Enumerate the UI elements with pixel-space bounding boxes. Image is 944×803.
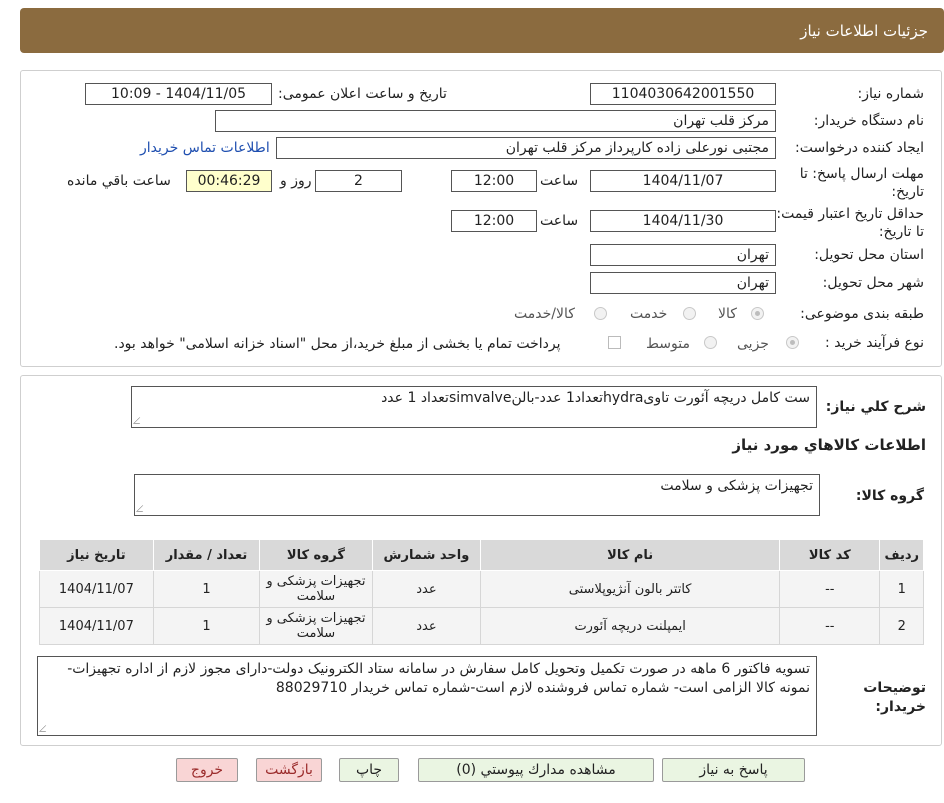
buyer-org-label: نام دستگاه خریدار: bbox=[813, 113, 924, 129]
exit-button[interactable]: خروج bbox=[176, 758, 238, 782]
category-radio-goods-service[interactable] bbox=[594, 307, 607, 320]
reply-button[interactable]: پاسخ به نیاز bbox=[662, 758, 805, 782]
need-number-label: شماره نیاز: bbox=[857, 86, 925, 102]
deadline-time-field: 12:00 bbox=[451, 170, 537, 192]
cell-row: 2 bbox=[879, 607, 924, 645]
city-label: شهر محل تحویل: bbox=[822, 275, 924, 291]
col-unit-header: واحد شمارش bbox=[371, 539, 482, 571]
resize-grip-icon[interactable] bbox=[39, 725, 52, 732]
remaining-time-field: 00:46:29 bbox=[186, 170, 272, 192]
cell-qty: 1 bbox=[152, 607, 261, 645]
remaining-time-label: ساعت باقي مانده bbox=[67, 173, 171, 189]
validity-time-label: ساعت bbox=[540, 213, 579, 229]
cell-group: تجهیزات پزشکی و سلامت bbox=[259, 607, 373, 645]
buyer-contact-link[interactable]: اطلاعات تماس خریدار bbox=[140, 140, 270, 156]
deadline-label: مهلت ارسال پاسخ: تا تاریخ: bbox=[799, 166, 924, 200]
table-header-row: ردیف کد کالا نام کالا واحد شمارش گروه کا… bbox=[39, 539, 924, 571]
process-option-minor: جزیی bbox=[737, 336, 769, 352]
category-option-goods-service: کالا/خدمت bbox=[514, 306, 575, 322]
col-name-header: نام کالا bbox=[480, 539, 781, 571]
col-qty-header: تعداد / مقدار bbox=[152, 539, 261, 571]
cell-unit: عدد bbox=[371, 607, 482, 645]
treasury-payment-checkbox[interactable] bbox=[608, 336, 621, 349]
resize-grip-icon[interactable] bbox=[133, 417, 146, 424]
process-option-medium: متوسط bbox=[646, 336, 690, 352]
cell-qty: 1 bbox=[152, 570, 261, 608]
goods-group-value: تجهیزات پزشکی و سلامت bbox=[660, 478, 813, 494]
validity-time-field: 12:00 bbox=[451, 210, 537, 232]
resize-grip-icon[interactable] bbox=[136, 505, 149, 512]
goods-info-title: اطلاعات کالاهاي مورد نياز bbox=[732, 436, 926, 454]
description-textarea[interactable]: ست کامل دریچه آئورت تاویhydraتعداد1 عدد-… bbox=[131, 386, 817, 428]
category-radio-service[interactable] bbox=[683, 307, 696, 320]
col-row-header: ردیف bbox=[879, 539, 924, 571]
buyer-notes-textarea[interactable]: تسویه فاکتور 6 ماهه در صورت تکمیل وتحویل… bbox=[37, 656, 817, 736]
goods-group-textarea[interactable]: تجهیزات پزشکی و سلامت bbox=[134, 474, 820, 516]
days-label: روز و bbox=[280, 173, 312, 189]
province-field: تهران bbox=[590, 244, 776, 266]
table-row: 2 -- ایمپلنت دریچه آئورت عدد تجهیزات پزش… bbox=[39, 607, 924, 645]
print-button[interactable]: چاپ bbox=[339, 758, 399, 782]
cell-row: 1 bbox=[879, 570, 924, 608]
cell-name: ایمپلنت دریچه آئورت bbox=[480, 607, 781, 645]
announce-datetime-field: 1404/11/05 - 10:09 bbox=[85, 83, 272, 105]
col-group-header: گروه کالا bbox=[259, 539, 373, 571]
col-code-header: کد کالا bbox=[779, 539, 881, 571]
days-remaining-field: 2 bbox=[315, 170, 402, 192]
city-field: تهران bbox=[590, 272, 776, 294]
process-label: نوع فرآیند خرید : bbox=[825, 335, 924, 351]
process-radio-minor[interactable] bbox=[786, 336, 799, 349]
col-date-header: تاریخ نیاز bbox=[39, 539, 154, 571]
description-text: ست کامل دریچه آئورت تاویhydraتعداد1 عدد-… bbox=[381, 390, 810, 406]
buyer-notes-text: تسویه فاکتور 6 ماهه در صورت تکمیل وتحویل… bbox=[67, 661, 810, 696]
validity-label: حداقل تاريخ اعتبار قيمت: تا تاريخ: bbox=[776, 206, 924, 240]
description-label: شرح کلي نياز: bbox=[825, 399, 926, 415]
cell-name: کاتتر بالون آنژیوپلاستی bbox=[480, 570, 781, 608]
back-button[interactable]: بازگشت bbox=[256, 758, 322, 782]
cell-code: -- bbox=[779, 607, 881, 645]
cell-date: 1404/11/07 bbox=[39, 570, 154, 608]
cell-unit: عدد bbox=[371, 570, 482, 608]
table-row: 1 -- کاتتر بالون آنژیوپلاستی عدد تجهیزات… bbox=[39, 570, 924, 608]
cell-code: -- bbox=[779, 570, 881, 608]
validity-date-field: 1404/11/30 bbox=[590, 210, 776, 232]
category-label: طبقه بندی موضوعی: bbox=[800, 306, 924, 322]
creator-field: مجتبی نورعلی زاده کارپرداز مرکز قلب تهرا… bbox=[276, 137, 776, 159]
deadline-time-label: ساعت bbox=[540, 173, 579, 189]
category-option-goods: کالا bbox=[718, 306, 737, 322]
province-label: استان محل تحویل: bbox=[814, 247, 924, 263]
need-number-field: 1104030642001550 bbox=[590, 83, 776, 105]
buyer-notes-label: توضیحات خریدار: bbox=[863, 680, 926, 715]
category-option-service: خدمت bbox=[630, 306, 668, 322]
goods-table: ردیف کد کالا نام کالا واحد شمارش گروه کا… bbox=[39, 539, 924, 645]
page-header: جزئیات اطلاعات نیاز bbox=[20, 8, 944, 53]
goods-group-label: گروه کالا: bbox=[855, 488, 924, 504]
category-radio-goods[interactable] bbox=[751, 307, 764, 320]
cell-group: تجهیزات پزشکی و سلامت bbox=[259, 570, 373, 608]
view-attachments-button[interactable]: مشاهده مدارك پيوستي (0) bbox=[418, 758, 654, 782]
cell-date: 1404/11/07 bbox=[39, 607, 154, 645]
page-title: جزئیات اطلاعات نیاز bbox=[800, 21, 928, 40]
deadline-date-field: 1404/11/07 bbox=[590, 170, 776, 192]
treasury-payment-note: پرداخت تمام یا بخشی از مبلغ خرید،از محل … bbox=[114, 336, 561, 352]
creator-label: ایجاد کننده درخواست: bbox=[795, 140, 924, 156]
buyer-org-field: مرکز قلب تهران bbox=[215, 110, 776, 132]
process-radio-medium[interactable] bbox=[704, 336, 717, 349]
announce-label: تاریخ و ساعت اعلان عمومی: bbox=[278, 86, 447, 102]
